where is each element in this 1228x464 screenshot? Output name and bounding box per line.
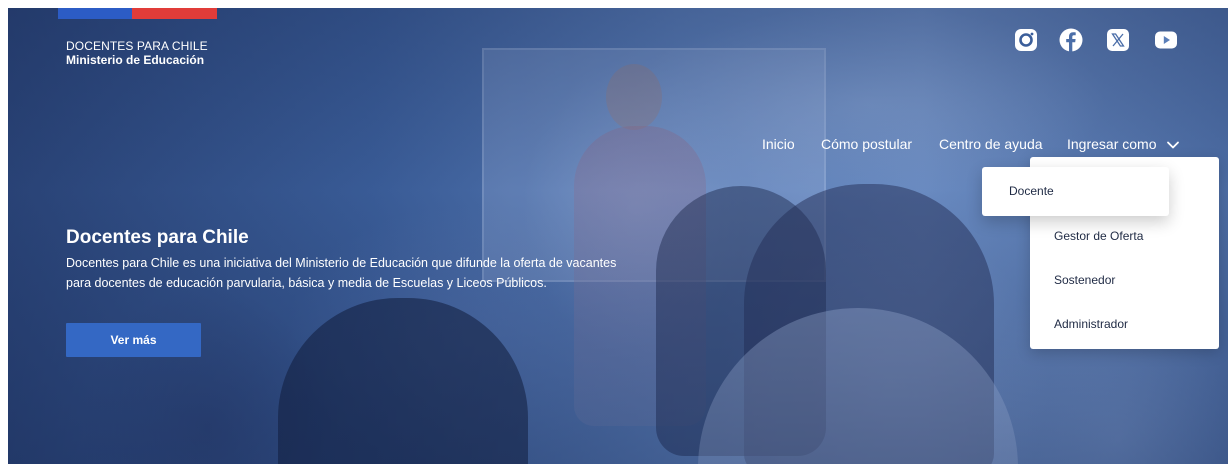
hero-description: Docentes para Chile es una iniciativa de…	[66, 256, 617, 290]
instagram-icon[interactable]	[1013, 27, 1039, 53]
flag-stripe	[58, 8, 217, 19]
flag-stripe-red	[132, 8, 217, 19]
x-twitter-icon[interactable]	[1105, 27, 1131, 53]
chevron-down-icon	[1167, 141, 1180, 149]
dropdown-item-docente-label: Docente	[1009, 184, 1054, 198]
youtube-icon[interactable]	[1153, 27, 1179, 53]
nav-link-centro-de-ayuda[interactable]: Centro de ayuda	[939, 135, 1043, 153]
site-logo[interactable]: DOCENTES PARA CHILE Ministerio de Educac…	[66, 39, 208, 67]
facebook-icon[interactable]	[1058, 27, 1084, 53]
dropdown-item-docente[interactable]: Docente	[982, 167, 1169, 216]
brand-title: DOCENTES PARA CHILE	[66, 39, 208, 53]
nav-link-como-postular[interactable]: Cómo postular	[821, 135, 912, 153]
dropdown-item-sostenedor[interactable]: Sostenedor	[1054, 273, 1115, 287]
nav-dropdown-ingresar-como[interactable]: Ingresar como	[1067, 135, 1180, 153]
nav-link-inicio[interactable]: Inicio	[762, 135, 795, 153]
dropdown-item-administrador[interactable]: Administrador	[1054, 317, 1128, 331]
hero-title: Docentes para Chile	[66, 227, 249, 248]
flag-stripe-blue	[58, 8, 132, 19]
brand-subtitle: Ministerio de Educación	[66, 53, 205, 67]
nav-dropdown-label: Ingresar como	[1067, 136, 1157, 152]
ver-mas-button[interactable]: Ver más	[66, 323, 201, 357]
dropdown-item-gestor-de-oferta[interactable]: Gestor de Oferta	[1054, 229, 1143, 243]
